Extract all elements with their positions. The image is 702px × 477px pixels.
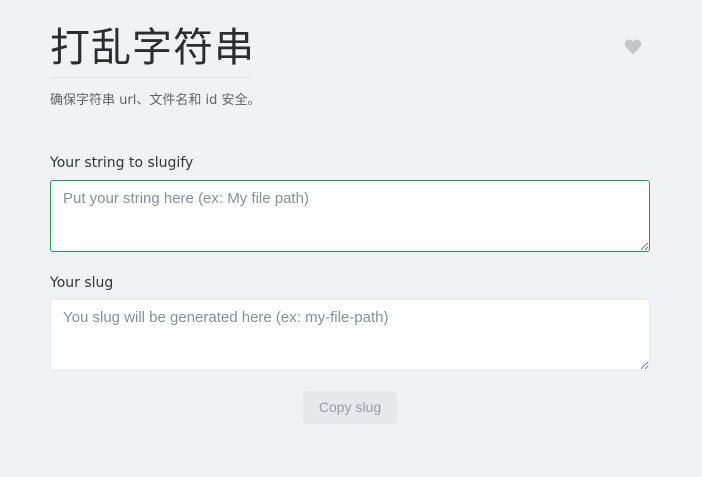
slug-label: Your slug (50, 275, 114, 291)
copy-slug-button[interactable]: Copy slug (303, 391, 397, 424)
string-input[interactable] (50, 180, 650, 252)
input-label: Your string to slugify (50, 155, 194, 171)
heart-icon-graphic (624, 39, 642, 55)
slugify-tool-page: 打乱字符串 确保字符串 url、文件名和 id 安全。 Your string … (0, 0, 702, 477)
slug-output[interactable] (50, 299, 650, 371)
heart-icon[interactable] (624, 39, 642, 55)
title-divider (50, 77, 250, 78)
tool-description: 确保字符串 url、文件名和 id 安全。 (50, 93, 261, 108)
page-title: 打乱字符串 (50, 25, 255, 71)
